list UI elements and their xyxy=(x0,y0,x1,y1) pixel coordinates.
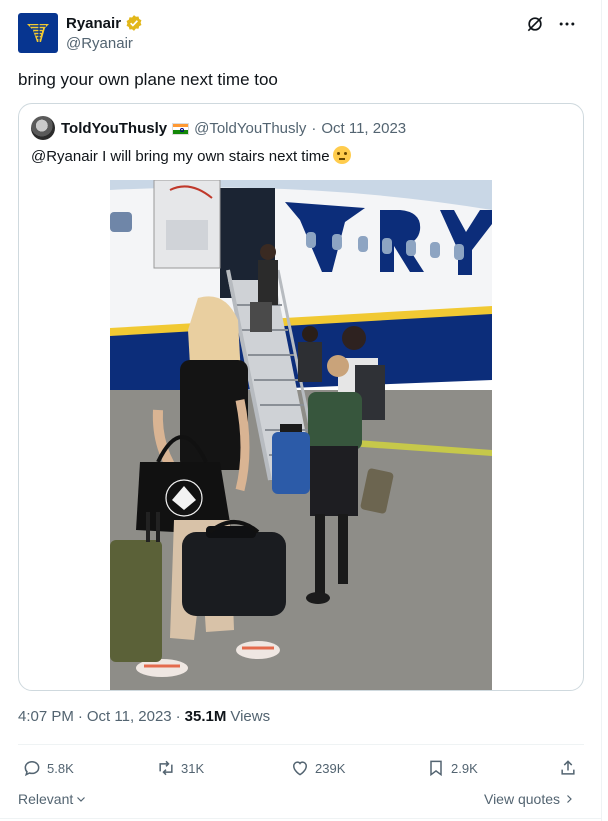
chevron-down-icon xyxy=(77,797,86,802)
bookmark-button[interactable]: 2.9K xyxy=(426,758,478,778)
tweet-detail: Ryanair @Ryanair bring your own plane ne… xyxy=(0,0,602,821)
tweet-text: bring your own plane next time too xyxy=(18,70,278,89)
like-count: 239K xyxy=(315,760,346,776)
reply-icon xyxy=(24,760,40,777)
views-count: 35.1M xyxy=(184,708,227,725)
bookmark-icon xyxy=(430,760,442,777)
view-quotes-label: View quotes xyxy=(483,791,560,807)
ryanair-harp-icon xyxy=(27,24,49,42)
quoted-display-name[interactable]: ToldYouThusly xyxy=(61,120,167,137)
tweet-time[interactable]: 4:07 PM xyxy=(18,708,74,725)
rolling-eyes-emoji-icon xyxy=(332,146,351,164)
quoted-header: ToldYouThusly @ToldYouThusly · Oct 11, 2… xyxy=(61,120,406,137)
repost-count: 31K xyxy=(181,760,205,776)
boarding-stairs-photo[interactable] xyxy=(110,180,492,691)
quoted-text-row: @Ryanair I will bring my own stairs next… xyxy=(31,146,351,165)
tweet-meta: 4:07 PM · Oct 11, 2023 · 35.1M Views xyxy=(18,708,270,725)
views-label: Views xyxy=(230,708,271,725)
avatar[interactable] xyxy=(18,13,58,53)
meta-separator: · xyxy=(77,708,83,725)
bookmark-count: 2.9K xyxy=(451,760,478,776)
quoted-avatar[interactable] xyxy=(31,116,55,140)
display-name[interactable]: Ryanair xyxy=(66,15,121,32)
reply-button[interactable]: 5.8K xyxy=(22,758,74,778)
like-button[interactable]: 239K xyxy=(290,758,345,778)
repost-button[interactable]: 31K xyxy=(156,758,204,778)
author-handle[interactable]: @Ryanair xyxy=(66,35,133,52)
sort-label: Relevant xyxy=(18,791,74,807)
chevron-right-icon xyxy=(567,795,572,803)
share-button[interactable] xyxy=(558,758,578,778)
header-actions xyxy=(525,14,577,34)
more-options-icon[interactable] xyxy=(557,14,577,34)
quoted-tweet-card[interactable]: ToldYouThusly @ToldYouThusly · Oct 11, 2… xyxy=(18,103,584,691)
divider xyxy=(0,818,602,819)
meta-separator: · xyxy=(175,708,181,725)
view-quotes-link[interactable]: View quotes xyxy=(484,791,575,807)
sort-dropdown[interactable]: Relevant xyxy=(18,791,87,807)
quoted-separator: · xyxy=(311,120,317,137)
quoted-date[interactable]: Oct 11, 2023 xyxy=(321,120,406,137)
grok-icon[interactable] xyxy=(525,14,545,34)
author-name-row[interactable]: Ryanair xyxy=(66,14,143,32)
share-icon xyxy=(561,760,575,775)
quoted-text: @Ryanair I will bring my own stairs next… xyxy=(31,148,330,165)
divider xyxy=(18,744,584,745)
action-bar: 5.8K 31K 239K 2.9K xyxy=(22,758,582,780)
repost-icon xyxy=(159,760,173,776)
tweet-date[interactable]: Oct 11, 2023 xyxy=(87,708,172,725)
reply-count: 5.8K xyxy=(47,760,74,776)
india-flag-icon xyxy=(172,122,190,135)
heart-icon xyxy=(292,761,308,776)
quoted-handle[interactable]: @ToldYouThusly xyxy=(194,120,306,137)
verified-badge-icon[interactable] xyxy=(125,14,143,32)
